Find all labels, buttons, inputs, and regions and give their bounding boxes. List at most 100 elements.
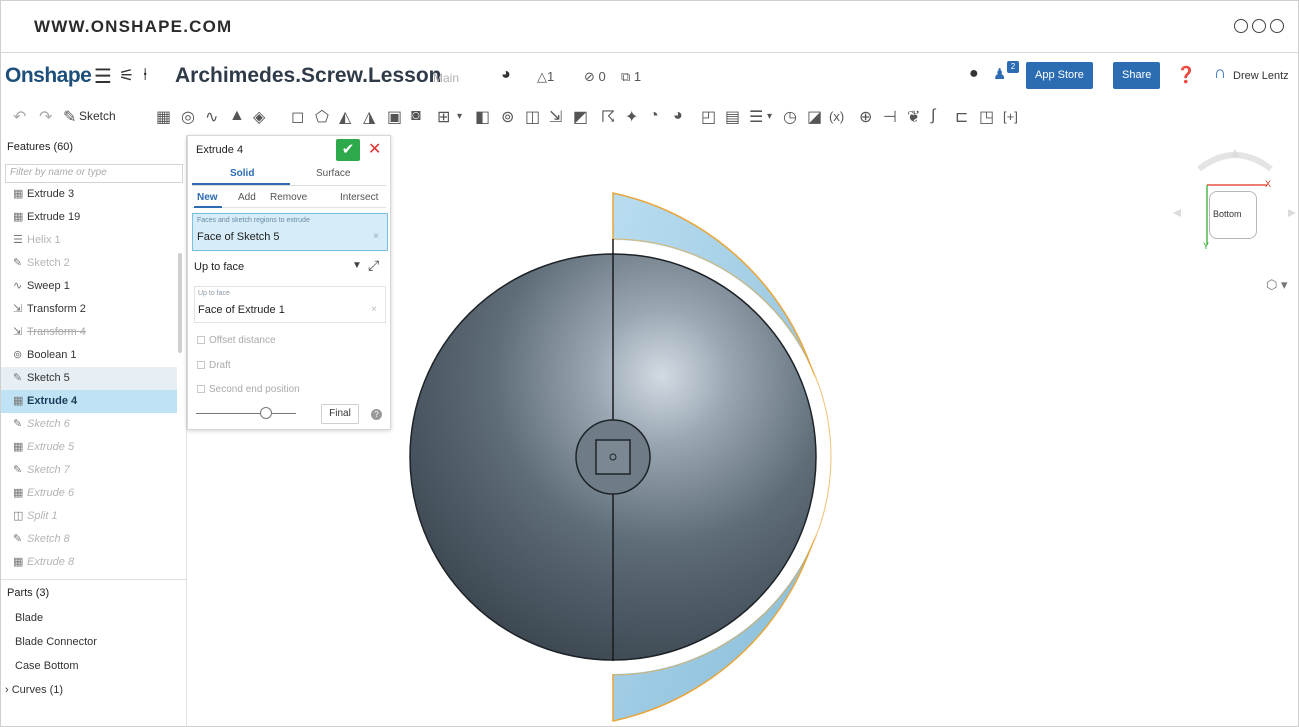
insert-icon[interactable]: ⍿	[143, 65, 147, 85]
helix-icon[interactable]: ☈	[601, 107, 615, 127]
up-to-face-field[interactable]: Up to face Face of Extrude 1 ×	[194, 286, 386, 323]
feature-item[interactable]: ◫ Split 1	[1, 505, 177, 528]
feature-item[interactable]: ∿ Sweep 1	[1, 275, 177, 298]
boolean-icon[interactable]: ⊚	[501, 107, 514, 127]
pattern-icon[interactable]: ⊞	[437, 107, 450, 127]
fillet-icon[interactable]: ◻	[291, 107, 304, 127]
feature-item[interactable]: ▦ Extrude 6	[1, 482, 177, 505]
rollback-slider-knob[interactable]	[260, 407, 272, 419]
offset-distance-checkbox[interactable]: Offset distance	[197, 335, 276, 346]
chamfer-icon[interactable]: ⬠	[315, 107, 329, 127]
document-title[interactable]: Archimedes.Screw.Lesson	[175, 64, 442, 88]
feature-item-selected[interactable]: ▦ Extrude 4	[1, 390, 177, 413]
simulation-icon[interactable]: ❦	[907, 107, 920, 127]
graphics-viewport[interactable]	[391, 135, 1299, 727]
tab-solid[interactable]: Solid	[230, 168, 254, 179]
onshape-logo[interactable]: Onshape	[5, 64, 92, 88]
routing-icon[interactable]: ⊏	[955, 107, 968, 127]
help-icon[interactable]: ?	[371, 409, 382, 420]
delete-part-icon[interactable]: ✦	[625, 107, 638, 127]
custom-feature-icon[interactable]: ◳	[979, 107, 994, 127]
redo-icon[interactable]: ↷	[39, 107, 52, 127]
operation-intersect[interactable]: Intersect	[340, 192, 378, 203]
feature-item[interactable]: ✎ Sketch 2	[1, 252, 177, 275]
clock-icon[interactable]: ◷	[783, 107, 797, 127]
add-custom-feature-icon[interactable]: [+]	[1003, 109, 1018, 124]
notification-icon[interactable]: ♟	[993, 65, 1006, 83]
move-face-icon[interactable]: ◔	[649, 107, 659, 125]
branch-label[interactable]: Main	[433, 71, 459, 85]
avatar-icon[interactable]: ∩	[1214, 63, 1226, 83]
feature-item[interactable]: ▦ Extrude 3	[1, 183, 177, 206]
window-dot-icon[interactable]	[1234, 19, 1248, 33]
globe-icon[interactable]: ◕	[501, 66, 511, 84]
part-item[interactable]: Case Bottom	[15, 660, 79, 672]
part-item[interactable]: Blade	[15, 612, 43, 624]
frame-icon[interactable]: ⊣	[883, 107, 897, 127]
model-render[interactable]	[391, 135, 1299, 727]
rollback-slider-track[interactable]	[196, 413, 296, 414]
flip-direction-icon[interactable]: ⤢	[368, 257, 379, 274]
operation-remove[interactable]: Remove	[270, 192, 307, 203]
variable-studio-icon[interactable]: ◪	[807, 107, 822, 127]
render-mode-icon[interactable]: ⬡ ▾	[1266, 277, 1288, 293]
clear-selection-icon[interactable]: ×	[373, 231, 379, 242]
feature-item[interactable]: ☰ Helix 1	[1, 229, 177, 252]
likes-count[interactable]: △1	[537, 69, 554, 85]
feature-item[interactable]: ✎ Sketch 7	[1, 459, 177, 482]
faces-selection-field[interactable]: Faces and sketch regions to extrude Face…	[192, 213, 388, 251]
draft-checkbox[interactable]: Draft	[197, 360, 231, 371]
transform-icon[interactable]: ⇲	[549, 107, 562, 127]
chevron-down-icon[interactable]: ▾	[767, 111, 772, 122]
final-button[interactable]: Final	[321, 404, 359, 424]
replace-face-icon[interactable]: ◕	[673, 107, 683, 125]
undo-icon[interactable]: ↶	[13, 107, 26, 127]
curves-group[interactable]: › Curves (1)	[5, 684, 63, 696]
chat-icon[interactable]: ●	[969, 65, 979, 83]
chevron-down-icon[interactable]: ▾	[457, 111, 462, 122]
second-end-checkbox[interactable]: Second end position	[197, 384, 300, 395]
feature-item[interactable]: ✎ Sketch 6	[1, 413, 177, 436]
loft-icon[interactable]: ▲	[229, 107, 245, 125]
app-store-button[interactable]: App Store	[1026, 62, 1093, 89]
feature-item[interactable]: ✎ Sketch 5	[1, 367, 177, 390]
hub-square[interactable]	[595, 439, 631, 475]
split-icon[interactable]: ◫	[525, 107, 540, 127]
window-dot-icon[interactable]	[1252, 19, 1266, 33]
feature-list-icon[interactable]: ⚟	[119, 66, 134, 86]
measure-icon[interactable]: ⊕	[859, 107, 872, 127]
operation-new[interactable]: New	[197, 192, 218, 203]
composite-part-icon[interactable]: ▤	[725, 107, 740, 127]
operation-add[interactable]: Add	[238, 192, 256, 203]
extrude-icon[interactable]: ▦	[156, 107, 171, 127]
feature-item[interactable]: ▦ Extrude 5	[1, 436, 177, 459]
sketch-pencil-icon[interactable]: ✎	[63, 107, 76, 127]
feature-item[interactable]: ⊚ Boolean 1	[1, 344, 177, 367]
feature-item[interactable]: ⇲ Transform 4	[1, 321, 177, 344]
sweep-icon[interactable]: ∿	[205, 107, 218, 127]
feature-list-scrollbar[interactable]	[178, 253, 182, 353]
hamburger-icon[interactable]: ☰	[94, 64, 112, 89]
copies-count[interactable]: ⧉ 1	[621, 69, 641, 85]
feature-item[interactable]: ⇲ Transform 2	[1, 298, 177, 321]
view-cube[interactable]: Bottom X Y	[1169, 141, 1298, 321]
tab-surface[interactable]: Surface	[316, 168, 350, 179]
user-name[interactable]: Drew Lentz	[1233, 70, 1289, 82]
clear-selection-icon[interactable]: ×	[371, 304, 377, 315]
revolve-icon[interactable]: ◎	[181, 107, 195, 127]
help-icon[interactable]: ❓	[1176, 65, 1196, 85]
draft-icon[interactable]: ◭	[339, 107, 351, 127]
feature-item[interactable]: ▦ Extrude 8	[1, 551, 177, 574]
window-dot-icon[interactable]	[1270, 19, 1284, 33]
feature-filter-input[interactable]: Filter by name or type	[5, 164, 183, 183]
sheet-metal-icon[interactable]: ☰	[749, 107, 763, 127]
curve-icon[interactable]: ∫	[931, 107, 935, 125]
part-item[interactable]: Blade Connector	[15, 636, 97, 648]
hole-icon[interactable]: ◙	[411, 107, 421, 125]
shell-icon[interactable]: ▣	[387, 107, 402, 127]
cancel-close-icon[interactable]: ✕	[368, 139, 381, 159]
mirror-icon[interactable]: ◧	[475, 107, 490, 127]
variable-button[interactable]: (x)	[829, 109, 844, 124]
rib-icon[interactable]: ◮	[363, 107, 375, 127]
chevron-down-icon[interactable]: ▼	[352, 260, 362, 271]
